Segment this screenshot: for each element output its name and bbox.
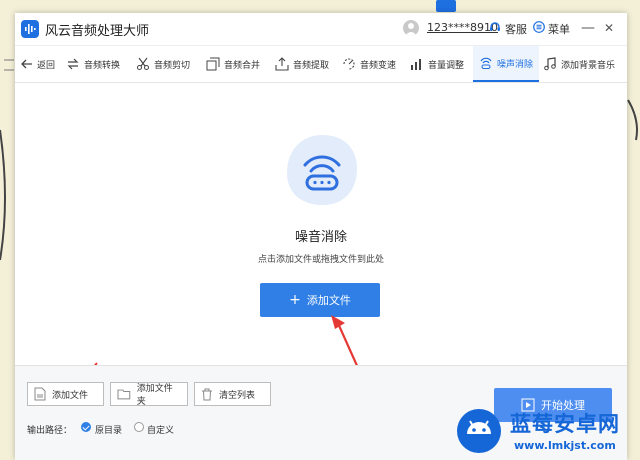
app-window: 风云音频处理大师 123****8910 客服 菜单 — ✕ 返回 音频转换 音… <box>15 13 627 460</box>
add-file-button-label: 添加文件 <box>306 294 351 307</box>
toolbar-audio-extract[interactable]: 音频提取 <box>275 46 329 82</box>
site-watermark: 蓝莓安卓网 www.lmkjst.com <box>454 404 640 459</box>
radio-original-dir[interactable] <box>81 422 91 432</box>
title-bar: 风云音频处理大师 123****8910 客服 菜单 — ✕ <box>15 13 627 46</box>
android-robot-icon <box>457 409 501 453</box>
file-icon <box>34 387 46 401</box>
toolbar-item-label: 音量调整 <box>428 60 465 71</box>
extract-icon <box>275 57 289 71</box>
toolbar-add-bgm[interactable]: 添加背景音乐 <box>543 46 615 82</box>
scissors-icon <box>137 57 149 70</box>
headset-icon[interactable] <box>489 21 501 33</box>
trash-icon <box>202 388 212 400</box>
radio-original-dir-label[interactable]: 原目录 <box>95 423 122 436</box>
radio-custom-dir[interactable] <box>134 422 144 432</box>
footer-add-folder-button[interactable]: 添加文件夹 <box>110 382 188 407</box>
footer-clear-list-button[interactable]: 清空列表 <box>194 382 271 406</box>
toolbar-item-label: 噪声消除 <box>497 59 534 70</box>
avatar[interactable] <box>403 20 419 36</box>
toolbar-noise-removal[interactable]: 噪声消除 <box>473 46 540 82</box>
footer-clear-list-label: 清空列表 <box>219 390 256 401</box>
footer-add-file-button[interactable]: 添加文件 <box>27 382 104 406</box>
toolbar-item-label: 音频合并 <box>224 60 261 71</box>
convert-icon <box>67 58 79 70</box>
toolbar-volume-adjust[interactable]: 音量调整 <box>410 46 464 82</box>
menu-icon[interactable] <box>533 21 545 33</box>
output-path-label: 输出路径： <box>27 426 73 436</box>
speed-icon <box>343 58 355 70</box>
menu-label[interactable]: 菜单 <box>548 21 570 37</box>
back-arrow-icon <box>21 59 32 69</box>
toolbar-item-label: 音频转换 <box>84 60 121 71</box>
toolbar-back[interactable]: 返回 <box>21 46 55 82</box>
merge-icon <box>206 57 220 71</box>
app-title: 风云音频处理大师 <box>45 24 150 39</box>
music-note-icon <box>544 57 556 71</box>
toolbar-audio-merge[interactable]: 音频合并 <box>206 46 260 82</box>
drop-hint: 点击添加文件或拖拽文件到此处 <box>257 255 384 265</box>
plus-icon: + <box>289 292 301 308</box>
minimize-button[interactable]: — <box>580 19 596 37</box>
footer-add-file-label: 添加文件 <box>52 390 89 401</box>
page-title: 噪音消除 <box>294 230 347 245</box>
toolbar-item-label: 音频剪切 <box>154 60 191 71</box>
footer-add-folder-label: 添加文件夹 <box>136 384 173 407</box>
feature-toolbar: 返回 音频转换 音频剪切 音频合并 音频提取 音频变速 音量调整 噪声消除 添加… <box>15 46 627 83</box>
user-id-link[interactable]: 123****8910 <box>427 21 498 34</box>
toolbar-audio-convert[interactable]: 音频转换 <box>66 46 120 82</box>
volume-bars-icon <box>411 59 421 70</box>
drop-zone[interactable]: 噪音消除 点击添加文件或拖拽文件到此处 + 添加文件 <box>15 83 627 365</box>
toolbar-audio-cut[interactable]: 音频剪切 <box>136 46 190 82</box>
noise-icon <box>480 57 492 69</box>
toolbar-item-label: 添加背景音乐 <box>561 60 616 71</box>
watermark-title: 蓝莓安卓网 <box>510 412 620 436</box>
toolbar-item-label: 音频变速 <box>360 60 397 71</box>
toolbar-audio-speed[interactable]: 音频变速 <box>342 46 396 82</box>
app-logo-icon <box>21 20 39 38</box>
customer-service-label[interactable]: 客服 <box>505 21 527 37</box>
toolbar-item-label: 音频提取 <box>293 60 330 71</box>
close-button[interactable]: ✕ <box>601 19 617 37</box>
noise-removal-hero-icon <box>287 135 357 205</box>
folder-icon <box>117 389 131 400</box>
toolbar-item-label: 返回 <box>37 60 56 71</box>
radio-custom-dir-label[interactable]: 自定义 <box>147 423 174 436</box>
add-file-button[interactable]: + 添加文件 <box>260 283 380 317</box>
watermark-url: www.lmkjst.com <box>514 439 616 452</box>
